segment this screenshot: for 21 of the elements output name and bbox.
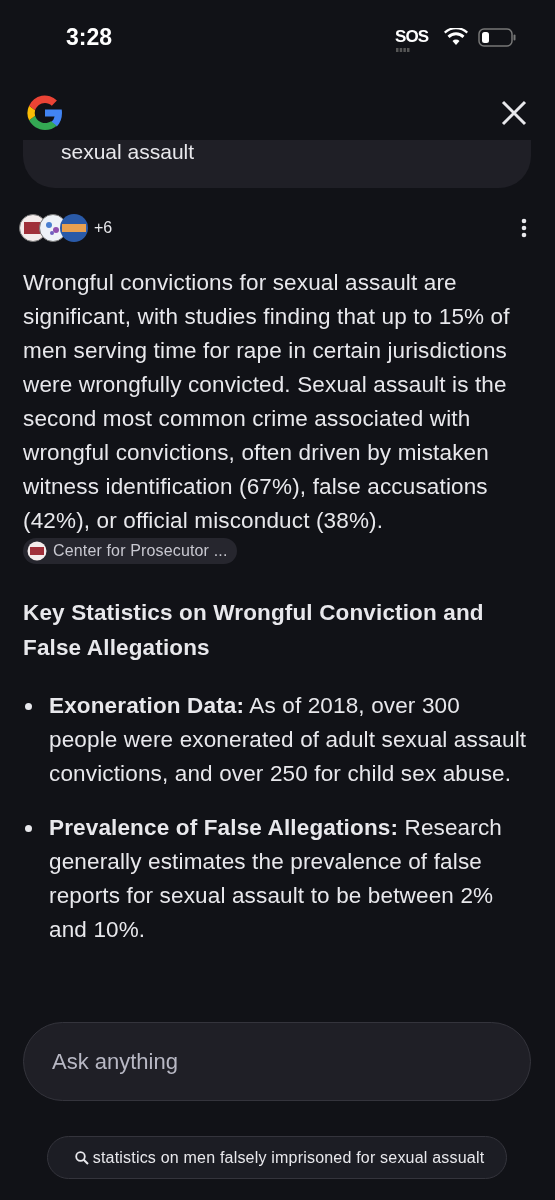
close-icon[interactable] xyxy=(501,100,527,126)
bullet-text: Prevalence of False Allegations: Research generally estimates the prevalence of false reports for sexual assault to be between 2% and 10%. xyxy=(49,814,503,944)
bullet-icon xyxy=(25,825,32,832)
section-heading: Key Statistics on Wrongful Conviction and False Allegations xyxy=(23,599,485,662)
source-logo-icon xyxy=(27,541,47,561)
more-sources-count[interactable]: +6 xyxy=(94,219,521,237)
bullet-text: Exoneration Data: As of 2018, over 300 people were exonerated of adult sexual assault convictions, and over 250 for child sex abuse. xyxy=(49,692,528,788)
carrier-label: SOS xyxy=(395,28,428,46)
battery-icon xyxy=(478,27,517,47)
answer-paragraph: Wrongful convictions for sexual assault are significant, with studies finding that up to 15% of men serving time for rape in certain jurisdictions were wrongfully convicted. Sexual assault is the second most common crime associated with wrongful convictions, often driven by mistaken witness identification (67%), false accusations (42%), or official misconduct (38%). Center for Prosecutor ... xyxy=(23,266,531,573)
query-text: sexual assault xyxy=(61,140,195,164)
more-options-icon[interactable] xyxy=(521,218,527,238)
bullet-icon xyxy=(25,703,32,710)
ask-field[interactable]: Ask anything xyxy=(23,1022,531,1101)
clock-time: 3:28 xyxy=(66,23,114,51)
suggestion-chip[interactable]: statistics on men falsely imprisoned for sexual assualt xyxy=(46,1136,508,1179)
wifi-icon xyxy=(444,28,468,46)
signal-icon xyxy=(396,47,410,53)
source-icons[interactable] xyxy=(18,213,90,243)
citation-chip[interactable]: Center for Prosecutor ... xyxy=(23,538,238,564)
search-icon xyxy=(74,1150,89,1165)
